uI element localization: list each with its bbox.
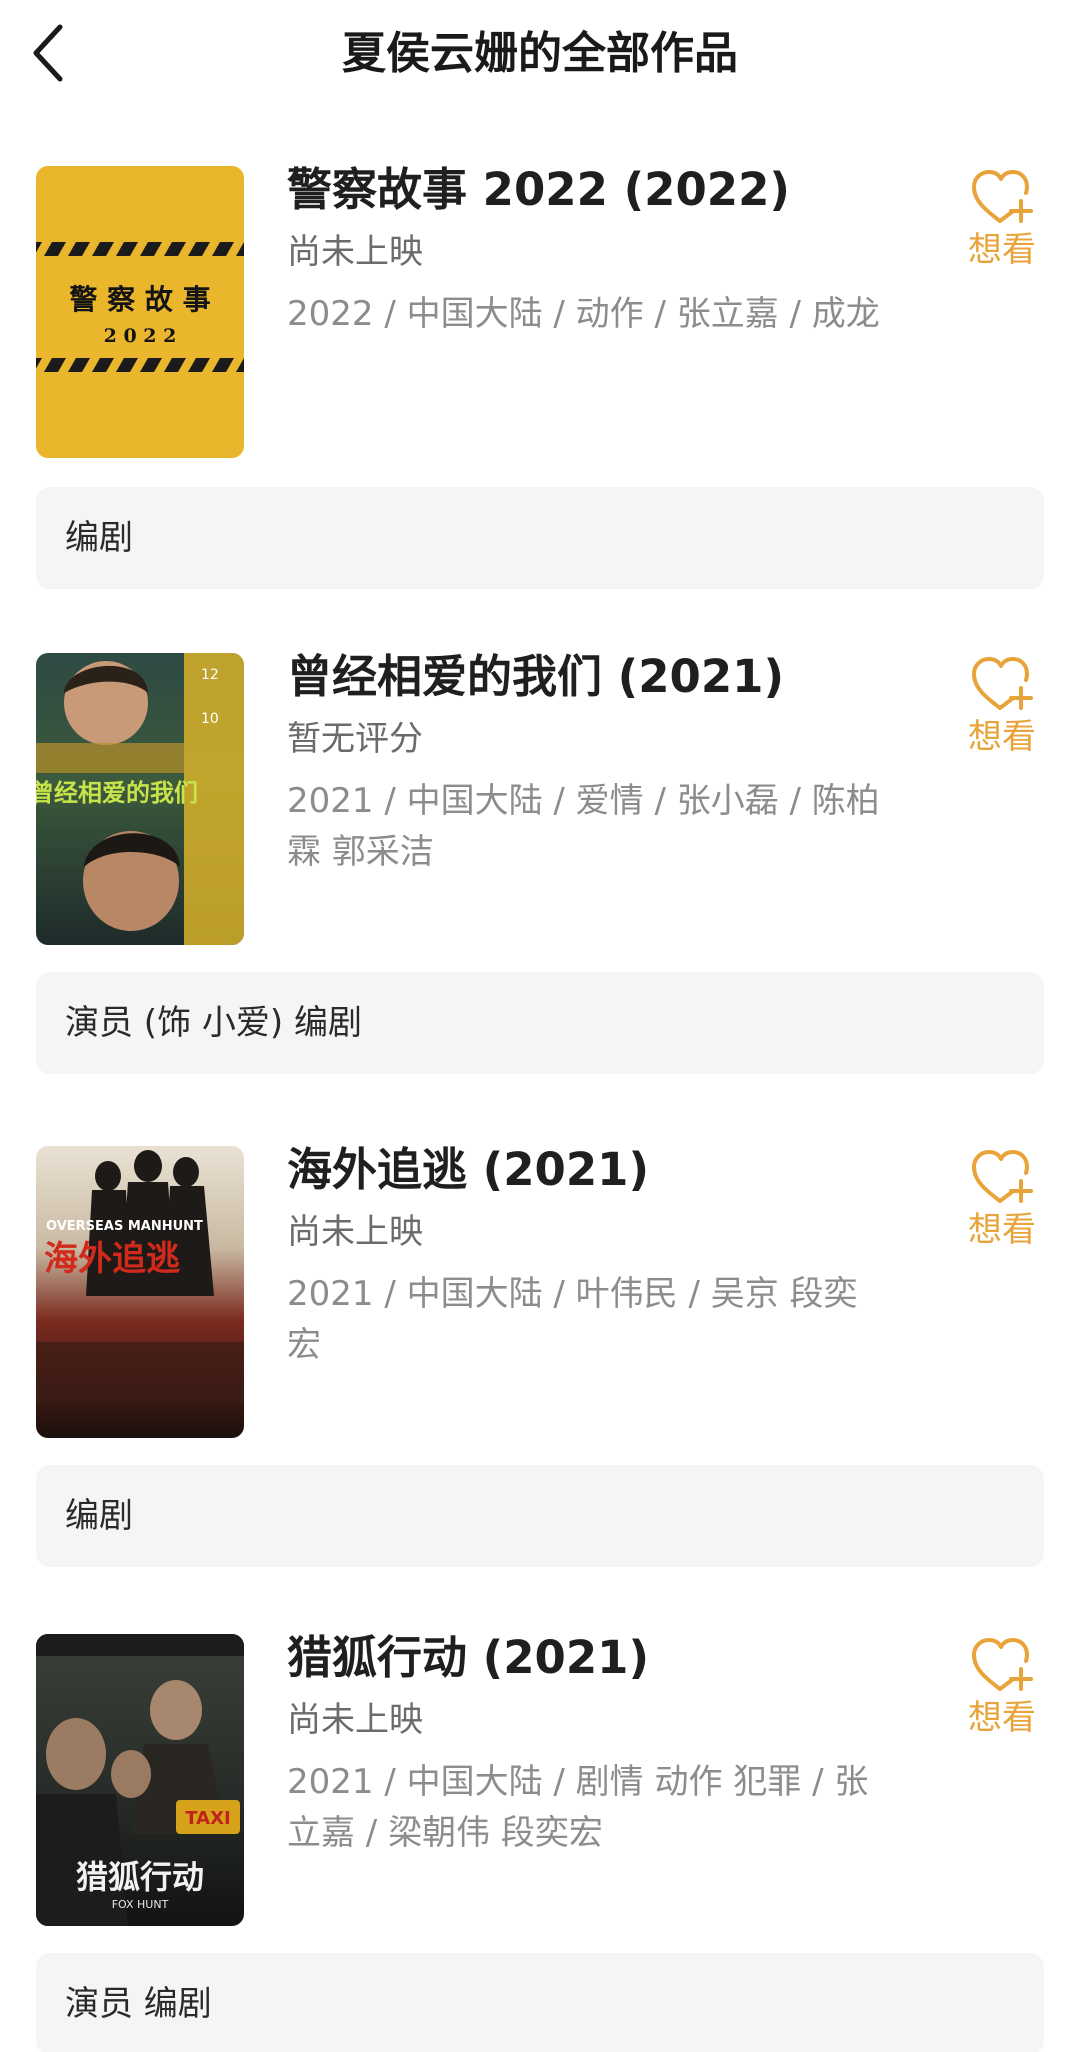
poster-image[interactable]: 曾经相爱的我们 12 10 (36, 653, 244, 945)
want-to-watch-button[interactable]: 想看 (952, 655, 1052, 785)
movie-title[interactable]: 警察故事 2022 (2022) (287, 160, 790, 220)
poster-title-text: 警 察 故 事 (69, 283, 210, 316)
want-to-watch-label: 想看 (968, 1210, 1036, 1250)
role-box: 编剧 (36, 1465, 1044, 1567)
poster-image[interactable]: OVERSEAS MANHUNT 海外追逃 (36, 1146, 244, 1438)
heart-plus-icon (972, 1150, 1033, 1203)
svg-text:10: 10 (201, 711, 219, 727)
role-box: 演员 (饰 小爱) 编剧 (36, 972, 1044, 1074)
movie-meta: 2022 / 中国大陆 / 动作 / 张立嘉 / 成龙 (287, 294, 880, 334)
poster-title-text: 曾经相爱的我们 (36, 778, 198, 807)
movie-meta: 2021 / 中国大陆 / 叶伟民 / 吴京 段奕宏 (287, 1274, 858, 1365)
svg-text:TAXI: TAXI (185, 1808, 230, 1829)
movie-title[interactable]: 曾经相爱的我们 (2021) (287, 647, 784, 707)
poster-title-text: 海外追逃 (44, 1239, 180, 1279)
want-to-watch-label: 想看 (968, 717, 1036, 757)
want-to-watch-button[interactable]: 想看 (952, 1148, 1052, 1278)
movie-rating: 尚未上映 (287, 232, 423, 272)
heart-plus-icon (972, 1638, 1033, 1691)
poster-year-text: 2 0 2 2 (104, 325, 177, 347)
movie-title[interactable]: 海外追逃 (2021) (287, 1140, 649, 1200)
movie-meta: 2021 / 中国大陆 / 爱情 / 张小磊 / 陈柏霖 郭采洁 (287, 781, 880, 872)
role-text: 演员 (饰 小爱) 编剧 (65, 1003, 362, 1043)
movie-title[interactable]: 猎狐行动 (2021) (287, 1628, 649, 1688)
poster-title-text: 猎狐行动 (76, 1858, 204, 1896)
want-to-watch-label: 想看 (968, 1698, 1036, 1738)
role-box: 演员 编剧 (36, 1953, 1044, 2052)
role-text: 编剧 (65, 518, 133, 558)
poster-english-text: OVERSEAS MANHUNT (46, 1219, 203, 1234)
movie-meta: 2021 / 中国大陆 / 剧情 动作 犯罪 / 张立嘉 / 梁朝伟 段奕宏 (287, 1762, 869, 1853)
works-page: 夏侯云姗的全部作品 警 察 故 事 2 0 2 2 警察故事 2022 (202… (0, 0, 1080, 2052)
movie-rating: 尚未上映 (287, 1212, 423, 1252)
role-box: 编剧 (36, 487, 1044, 589)
movie-rating: 暂无评分 (287, 719, 423, 759)
svg-text:12: 12 (201, 667, 219, 683)
role-text: 演员 编剧 (65, 1984, 212, 2024)
poster-image[interactable]: TAXI 猎狐行动 FOX HUNT (36, 1634, 244, 1926)
heart-plus-icon (972, 657, 1033, 710)
page-title: 夏侯云姗的全部作品 (342, 28, 738, 79)
movie-rating: 尚未上映 (287, 1700, 423, 1740)
want-to-watch-button[interactable]: 想看 (952, 1636, 1052, 1766)
poster-image[interactable]: 警 察 故 事 2 0 2 2 (36, 166, 244, 458)
top-bar: 夏侯云姗的全部作品 (0, 0, 1080, 110)
role-text: 编剧 (65, 1496, 133, 1536)
want-to-watch-label: 想看 (968, 230, 1036, 270)
poster-english-text: FOX HUNT (112, 1898, 169, 1911)
want-to-watch-button[interactable]: 想看 (952, 168, 1052, 298)
heart-plus-icon (972, 170, 1033, 223)
